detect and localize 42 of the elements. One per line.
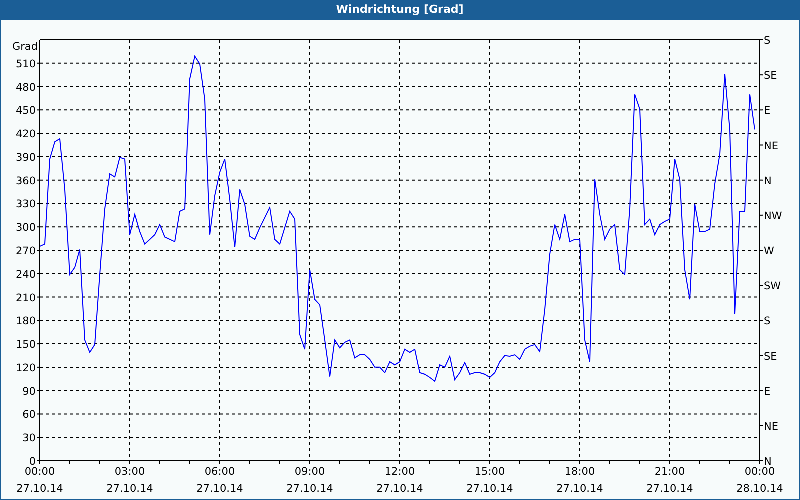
y-axis-title: Grad xyxy=(12,41,38,53)
direction-label: S xyxy=(764,316,771,328)
x-tick-label: 06:00 27.10.14 xyxy=(196,466,244,495)
y-tick-label: 480 xyxy=(16,82,36,94)
direction-label: E xyxy=(764,105,771,118)
y-tick-label: 90 xyxy=(22,386,36,398)
y-tick-label: 0 xyxy=(29,456,36,468)
direction-label: W xyxy=(764,246,774,258)
x-tick-label: 00:00 28.10.14 xyxy=(736,466,784,495)
direction-label: S xyxy=(764,35,771,47)
x-tick-label: 18:00 27.10.14 xyxy=(556,466,604,495)
y-tick-label: 390 xyxy=(16,152,36,164)
y-tick-label: 420 xyxy=(16,128,36,141)
y-tick-label: 510 xyxy=(16,58,36,70)
window-title: Windrichtung [Grad] xyxy=(1,0,799,20)
direction-label: SW xyxy=(764,280,782,293)
x-tick-label: 00:00 27.10.14 xyxy=(16,466,64,495)
x-tick-label: 03:00 27.10.14 xyxy=(106,466,154,495)
y-tick-label: 150 xyxy=(16,339,36,352)
x-tick-label: 21:00 27.10.14 xyxy=(646,466,694,495)
y-tick-label: 210 xyxy=(16,292,36,304)
direction-label: E xyxy=(764,386,771,398)
direction-label: NE xyxy=(764,420,778,433)
y-tick-label: 330 xyxy=(16,198,36,211)
y-tick-label: 180 xyxy=(16,316,36,328)
direction-label: SE xyxy=(764,70,778,82)
y-tick-label: 300 xyxy=(16,222,36,234)
direction-label: NE xyxy=(764,140,778,152)
direction-label: NW xyxy=(764,210,782,222)
y-tick-label: 60 xyxy=(22,409,36,422)
direction-label: N xyxy=(764,175,772,188)
y-tick-label: 360 xyxy=(16,175,36,188)
x-tick-label: 09:00 27.10.14 xyxy=(286,466,334,495)
x-tick-label: 12:00 27.10.14 xyxy=(376,466,424,495)
y-tick-label: 270 xyxy=(16,246,36,258)
x-tick-label: 15:00 27.10.14 xyxy=(466,466,514,495)
y-tick-label: 240 xyxy=(16,268,36,281)
direction-label: N xyxy=(764,456,772,468)
y-tick-label: 30 xyxy=(22,432,36,445)
direction-label: SE xyxy=(764,350,778,363)
y-tick-label: 450 xyxy=(16,105,36,118)
y-tick-label: 120 xyxy=(16,362,36,374)
